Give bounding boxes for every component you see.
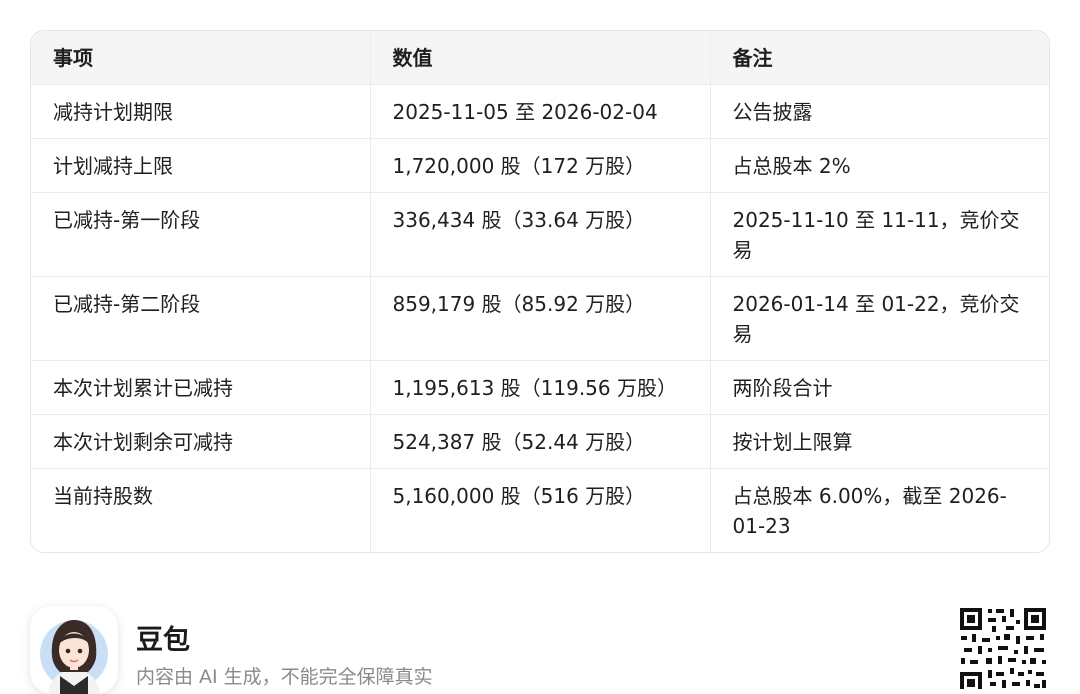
cell-item: 已减持-第二阶段 — [31, 276, 371, 361]
cell-note: 2025-11-10 至 11-11，竞价交易 — [710, 192, 1049, 277]
cell-note: 公告披露 — [710, 84, 1049, 139]
cell-value: 1,720,000 股（172 万股） — [370, 138, 711, 193]
cell-item: 本次计划剩余可减持 — [31, 414, 371, 469]
header-value: 数值 — [370, 31, 711, 85]
qr-code-icon — [958, 606, 1048, 689]
table-row: 本次计划剩余可减持 524,387 股（52.44 万股） 按计划上限算 — [31, 414, 1049, 469]
cell-note: 占总股本 2% — [710, 138, 1049, 193]
cell-note: 占总股本 6.00%，截至 2026-01-23 — [732, 484, 1007, 538]
cell-item: 计划减持上限 — [31, 138, 371, 193]
cell-item: 已减持-第一阶段 — [31, 192, 371, 277]
header-item: 事项 — [31, 31, 371, 85]
table-header-row: 事项 数值 备注 — [31, 31, 1049, 85]
cell-value: 524,387 股（52.44 万股） — [370, 414, 711, 469]
header-note: 备注 — [710, 31, 1049, 85]
table-row: 计划减持上限 1,720,000 股（172 万股） 占总股本 2% — [31, 138, 1049, 193]
data-table: 事项 数值 备注 减持计划期限 2025-11-05 至 2026-02-04 … — [30, 30, 1050, 553]
footer: 豆包 内容由 AI 生成，不能完全保障真实 — [30, 606, 1050, 694]
cell-item: 减持计划期限 — [31, 84, 371, 139]
table-row: 当前持股数 5,160,000 股（516 万股） 占总股本 6.00%，截至 … — [31, 468, 1049, 552]
cell-value: 1,195,613 股（119.56 万股） — [370, 360, 711, 415]
ai-disclaimer: 内容由 AI 生成，不能完全保障真实 — [136, 666, 433, 688]
brand-name: 豆包 — [136, 625, 190, 656]
cell-note: 按计划上限算 — [710, 414, 1049, 469]
cell-note: 2026-01-14 至 01-22，竞价交易 — [710, 276, 1049, 361]
table-row: 减持计划期限 2025-11-05 至 2026-02-04 公告披露 — [31, 84, 1049, 139]
table-row: 已减持-第一阶段 336,434 股（33.64 万股） 2025-11-10 … — [31, 192, 1049, 277]
table-row: 已减持-第二阶段 859,179 股（85.92 万股） 2026-01-14 … — [31, 276, 1049, 361]
cell-item: 当前持股数 — [31, 468, 371, 552]
cell-note: 两阶段合计 — [710, 360, 1049, 415]
cell-value: 336,434 股（33.64 万股） — [370, 192, 711, 277]
cell-value: 2025-11-05 至 2026-02-04 — [370, 84, 711, 139]
assistant-avatar-icon — [30, 606, 118, 694]
table-row: 本次计划累计已减持 1,195,613 股（119.56 万股） 两阶段合计 — [31, 360, 1049, 415]
cell-item: 本次计划累计已减持 — [31, 360, 371, 415]
cell-value: 859,179 股（85.92 万股） — [370, 276, 711, 361]
cell-value: 5,160,000 股（516 万股） — [370, 468, 711, 552]
